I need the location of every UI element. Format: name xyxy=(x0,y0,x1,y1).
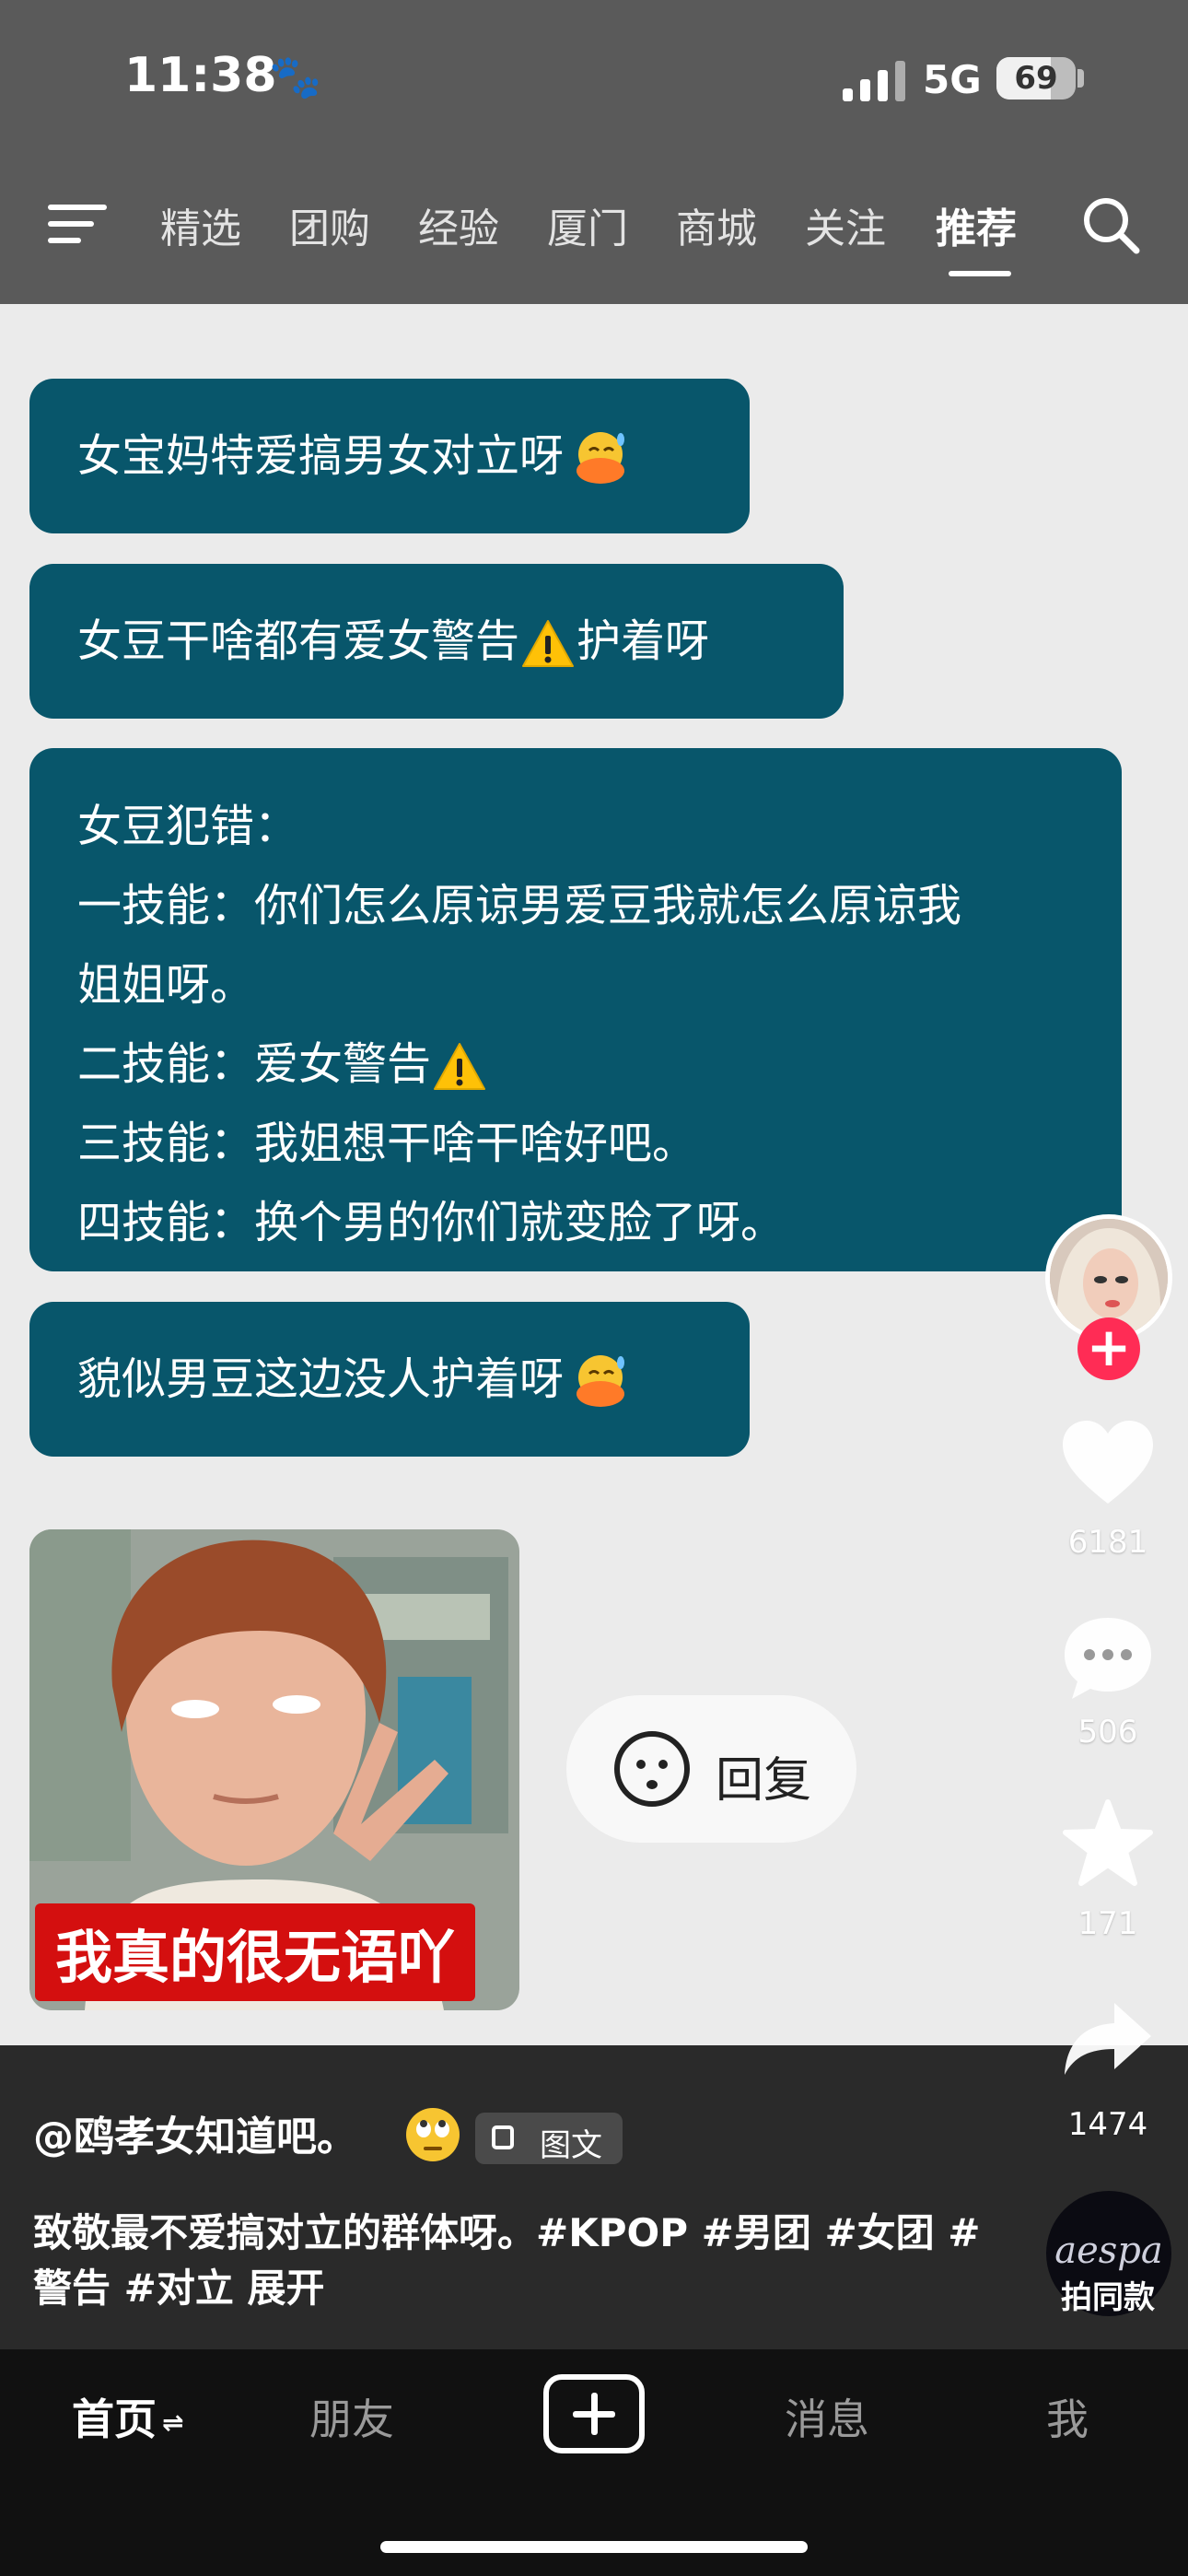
signal-icon xyxy=(843,59,905,101)
active-tab-indicator xyxy=(949,271,1011,276)
image-post-label: 图文 xyxy=(540,2127,602,2164)
author-name[interactable]: @鸥孝女知道吧。 xyxy=(33,2103,357,2162)
chat-line: 女豆犯错： xyxy=(77,801,299,852)
tab-featured[interactable]: 精选 xyxy=(160,195,241,254)
reply-button[interactable]: 回复 xyxy=(566,1695,856,1843)
top-nav: 精选 团购 经验 厦门 商城 关注 推荐 xyxy=(0,157,1188,304)
swap-icon: ⇌ xyxy=(162,2407,184,2438)
smile-icon xyxy=(614,1731,690,1807)
paw-icon: 🐾 xyxy=(269,52,322,101)
search-icon[interactable] xyxy=(1079,193,1142,256)
chat-text: 女豆干啥都有爱女警告 xyxy=(77,615,520,667)
chat-bubble: 女豆干啥都有爱女警告 护着呀 xyxy=(29,564,844,719)
chat-text: 女宝妈特爱搞男女对立呀 xyxy=(77,430,565,482)
comment-count: 506 xyxy=(1077,1714,1138,1751)
nav-me[interactable]: 我 xyxy=(1046,2386,1089,2447)
chat-line-with-icon: 二技能：爱女警告 xyxy=(77,1025,1074,1104)
chat-line: 三技能：我姐想干啥干啥好吧。 xyxy=(77,1118,697,1169)
warning-icon xyxy=(434,1043,486,1090)
star-icon[interactable] xyxy=(1061,1798,1155,1889)
tab-following[interactable]: 关注 xyxy=(805,195,886,254)
create-post-button[interactable] xyxy=(543,2374,645,2453)
warning-icon xyxy=(522,620,575,667)
chat-bubble: 貌似男豆这边没人护着呀 xyxy=(29,1302,750,1457)
chat-text: 貌似男豆这边没人护着呀 xyxy=(77,1353,565,1405)
battery-icon: 69 xyxy=(996,57,1076,100)
music-logo: aespa xyxy=(1054,2230,1163,2272)
battery-tip xyxy=(1077,69,1084,88)
nav-messages[interactable]: 消息 xyxy=(785,2386,869,2447)
tab-mall[interactable]: 商城 xyxy=(676,195,757,254)
menu-icon[interactable] xyxy=(48,201,107,247)
meme-sticker: 我真的很无语吖 xyxy=(29,1529,519,2010)
eye-roll-emoji xyxy=(406,2108,460,2161)
like-count: 6181 xyxy=(1067,1524,1148,1561)
expand-link[interactable]: 展开 xyxy=(247,2266,324,2311)
sticker-caption: 我真的很无语吖 xyxy=(35,1903,476,2001)
reply-label: 回复 xyxy=(716,1753,812,1809)
duck-face-emoji xyxy=(577,432,625,484)
status-bar: 11:38 🐾 5G 69 xyxy=(0,0,1188,157)
camera-same-label[interactable]: 拍同款 xyxy=(1039,2272,1177,2317)
network-type: 5G xyxy=(923,57,982,102)
comment-icon[interactable] xyxy=(1061,1614,1155,1703)
tab-group-buy[interactable]: 团购 xyxy=(289,195,370,254)
status-time: 11:38 xyxy=(124,48,277,103)
home-indicator xyxy=(380,2541,808,2553)
share-icon[interactable] xyxy=(1061,1999,1155,2078)
follow-button[interactable]: + xyxy=(1077,1317,1140,1380)
chat-line: 四技能：换个男的你们就变脸了呀。 xyxy=(77,1197,786,1248)
favorite-count: 171 xyxy=(1077,1905,1138,1942)
chat-text: 护着呀 xyxy=(577,615,710,667)
tab-experience[interactable]: 经验 xyxy=(418,195,499,254)
chat-bubble: 女宝妈特爱搞男女对立呀 xyxy=(29,379,750,533)
share-count: 1474 xyxy=(1067,2106,1148,2143)
post-description: 致敬最不爱搞对立的群体呀。#KPOP #男团 #女团 #警告 #对立 展开 xyxy=(33,2210,981,2311)
tab-city[interactable]: 厦门 xyxy=(547,195,628,254)
image-post-tag[interactable]: 图文 xyxy=(475,2113,623,2164)
chat-line: 一技能：你们怎么原谅男爱豆我就怎么原谅我 xyxy=(77,880,962,931)
nav-friends[interactable]: 朋友 xyxy=(309,2386,394,2447)
tab-recommended[interactable]: 推荐 xyxy=(936,195,1017,254)
chat-line: 姐姐呀。 xyxy=(77,959,255,1011)
heart-icon[interactable] xyxy=(1059,1419,1157,1507)
nav-home[interactable]: 首页 ⇌ xyxy=(72,2386,183,2447)
battery-percent: 69 xyxy=(1014,60,1058,97)
gallery-icon xyxy=(492,2125,514,2149)
chat-bubble: 女豆犯错： 一技能：你们怎么原谅男爱豆我就怎么原谅我 姐姐呀。 二技能：爱女警告… xyxy=(29,748,1122,1271)
duck-face-emoji xyxy=(577,1355,625,1407)
